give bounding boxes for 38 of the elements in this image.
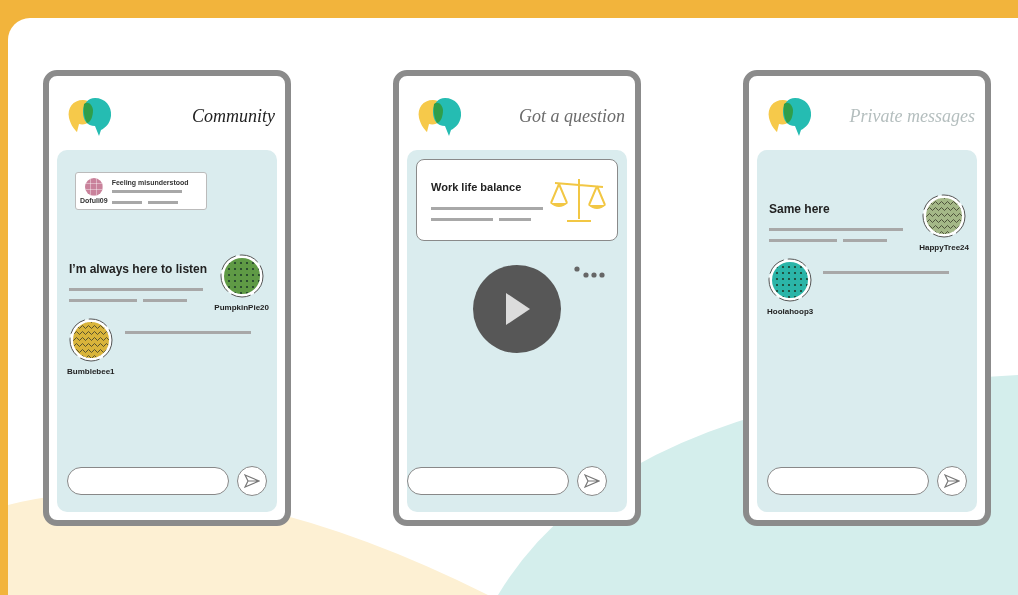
username: PumpkinPie20 xyxy=(214,302,269,314)
avatar-icon xyxy=(922,194,967,238)
message-input[interactable] xyxy=(767,467,929,495)
message-input[interactable] xyxy=(407,467,569,495)
screen-title: Got a question xyxy=(519,104,625,128)
username: Hoolahoop3 xyxy=(767,306,814,318)
text-line xyxy=(431,218,493,222)
send-icon xyxy=(244,474,260,488)
send-button[interactable] xyxy=(237,466,267,496)
send-icon xyxy=(584,474,600,488)
avatar-icon xyxy=(768,258,813,302)
text-line xyxy=(843,239,887,242)
logo-icon xyxy=(67,96,113,136)
avatar-icon xyxy=(219,254,264,298)
logo-icon xyxy=(767,96,813,136)
send-button[interactable] xyxy=(577,466,607,496)
send-button[interactable] xyxy=(937,466,967,496)
text-line xyxy=(111,201,142,204)
message-text: I’m always here to listen xyxy=(69,261,208,278)
text-line xyxy=(111,190,182,193)
topic-title: Work life balance xyxy=(431,179,523,195)
logo-icon xyxy=(417,96,463,136)
text-line xyxy=(147,201,178,204)
message-input[interactable] xyxy=(67,467,229,495)
message-text: Same here xyxy=(769,201,831,218)
text-line xyxy=(769,239,837,242)
screen-title: Private messages xyxy=(849,104,975,128)
send-icon xyxy=(944,474,960,488)
typing-dots-icon xyxy=(573,265,607,279)
screen-title: Community xyxy=(192,104,275,128)
username: HappyTree24 xyxy=(919,242,969,254)
text-line xyxy=(143,299,187,302)
avatar-icon xyxy=(68,318,113,362)
text-line xyxy=(69,299,137,302)
play-icon xyxy=(504,293,530,325)
username: Bumblebee1 xyxy=(67,366,115,378)
avatar-icon xyxy=(83,177,104,197)
text-line xyxy=(499,218,531,222)
